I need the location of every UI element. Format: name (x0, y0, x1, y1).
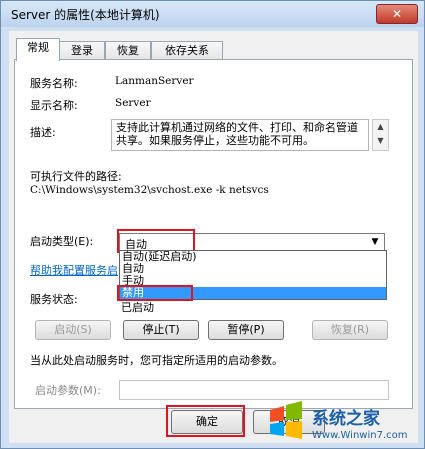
pause-button[interactable]: 暂停(P) (208, 320, 284, 340)
scroll-up-icon[interactable]: ▲ (373, 120, 388, 134)
stop-button[interactable]: 停止(T) (123, 320, 199, 340)
scroll-down-icon[interactable]: ▼ (373, 134, 388, 148)
window-title: Server 的属性(本地计算机) (11, 8, 160, 22)
exe-path-value: C:\Windows\system32\svchost.exe -k netsv… (30, 184, 269, 196)
tab-logon[interactable]: 登录 (59, 41, 105, 60)
help-config-link[interactable]: 帮助我配置服务启 (30, 262, 118, 278)
annotation-box-disabled (117, 285, 193, 301)
option-auto-delayed[interactable]: 自动(延迟启动) (120, 251, 386, 263)
watermark-logo: 系统之家 Www.Winwin7.com (266, 398, 424, 448)
option-auto[interactable]: 自动 (120, 263, 386, 275)
service-status-value: 已启动 (121, 301, 154, 314)
general-panel: 服务名称: LanmanServer 显示名称: Server 描述: 支持此计… (14, 59, 413, 409)
start-button[interactable]: 启动(S) (35, 320, 111, 340)
close-button[interactable]: ✕ (376, 4, 418, 24)
description-scrollbar[interactable]: ▲ ▼ (372, 119, 389, 151)
start-params-input[interactable] (119, 380, 389, 400)
display-name-label: 显示名称: (30, 99, 78, 112)
service-name-value: LanmanServer (115, 75, 194, 87)
watermark-url: Www.Winwin7.com (312, 430, 408, 441)
tab-general[interactable]: 常规 (16, 38, 60, 61)
properties-window: Server 的属性(本地计算机) ✕ 常规 登录 恢复 依存关系 服务名称: … (0, 0, 425, 449)
watermark-brand: 系统之家 (312, 409, 380, 429)
tab-dependencies[interactable]: 依存关系 (151, 41, 223, 60)
description-label: 描述: (30, 126, 56, 139)
chevron-down-icon[interactable]: ▼ (368, 235, 382, 250)
startup-type-label: 启动类型(E): (30, 235, 94, 248)
start-params-label: 启动参数(M): (35, 384, 101, 397)
exe-path-label: 可执行文件的路径: (30, 170, 122, 183)
resume-button[interactable]: 恢复(R) (312, 320, 388, 340)
service-status-label: 服务状态: (30, 293, 78, 306)
start-params-hint: 当从此处启动服务时，您可指定所适用的启动参数。 (30, 354, 283, 367)
tab-recovery[interactable]: 恢复 (105, 41, 151, 60)
service-name-label: 服务名称: (30, 77, 78, 90)
dialog-body: 常规 登录 恢复 依存关系 服务名称: LanmanServer 显示名称: S… (9, 31, 418, 443)
description-box[interactable]: 支持此计算机通过网络的文件、打印、和命名管道共享。如果服务停止，这些功能不可用。 (111, 119, 369, 151)
title-bar: Server 的属性(本地计算机) ✕ (1, 1, 424, 27)
display-name-value: Server (115, 97, 151, 109)
annotation-box-ok (166, 405, 245, 437)
